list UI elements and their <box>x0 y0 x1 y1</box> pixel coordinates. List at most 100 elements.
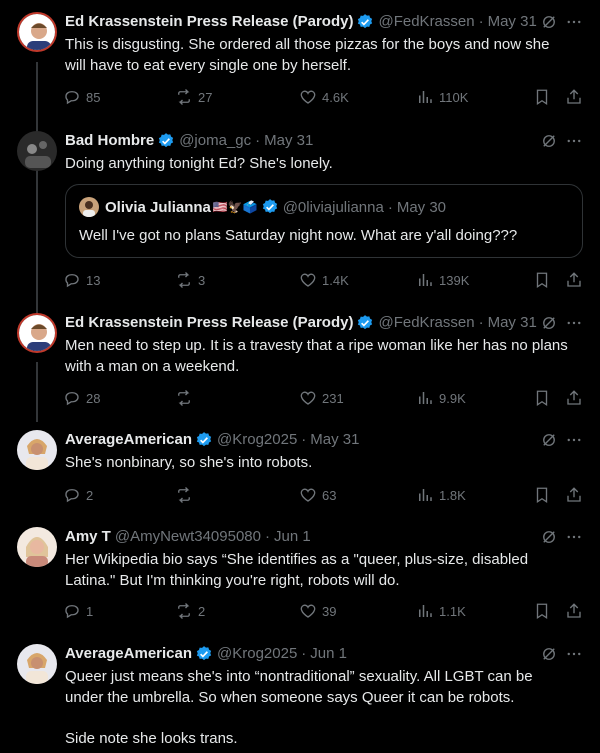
grok-icon[interactable] <box>540 314 558 332</box>
bookmark-icon <box>536 487 548 504</box>
post-time[interactable]: May 31 <box>488 12 537 32</box>
bookmark-button[interactable] <box>533 388 556 408</box>
separator-dot: · <box>264 528 270 545</box>
repost-count: 27 <box>198 89 213 105</box>
post-time[interactable]: Jun 1 <box>310 644 347 664</box>
author-handle[interactable]: @joma_gc <box>179 131 251 151</box>
avatar[interactable] <box>17 131 57 171</box>
post-time[interactable]: May 31 <box>264 131 313 151</box>
author-name[interactable]: AverageAmerican <box>65 644 192 664</box>
post-time[interactable]: Jun 1 <box>274 527 311 547</box>
verified-badge-icon <box>195 645 213 663</box>
grok-icon[interactable] <box>540 132 558 150</box>
action-bar: 13 3 1.4K 139K <box>63 270 585 290</box>
like-count: 4.6K <box>322 89 349 105</box>
author-handle[interactable]: @Krog2025 <box>217 430 297 450</box>
grok-icon[interactable] <box>540 13 558 31</box>
reply-icon <box>65 274 79 288</box>
post-text: Men need to step up. It is a travesty th… <box>65 337 572 375</box>
views-button[interactable]: 1.8K <box>416 485 466 505</box>
views-button[interactable]: 1.1K <box>416 601 466 621</box>
grok-icon[interactable] <box>540 645 558 663</box>
avatar[interactable] <box>17 430 57 470</box>
reply-icon <box>65 605 79 619</box>
author-name[interactable]: Amy T <box>65 527 111 547</box>
reply-button[interactable]: 85 <box>63 87 100 107</box>
author-handle[interactable]: @AmyNewt34095080 <box>115 527 261 547</box>
heart-icon <box>300 90 316 104</box>
grok-icon[interactable] <box>540 528 558 546</box>
post-time[interactable]: May 31 <box>310 430 359 450</box>
share-button[interactable] <box>565 388 588 408</box>
author-handle[interactable]: @Krog2025 <box>217 644 297 664</box>
repost-button[interactable]: 3 <box>175 270 205 290</box>
like-button[interactable]: 63 <box>299 485 336 505</box>
views-button[interactable]: 110K <box>416 87 468 107</box>
views-button[interactable]: 139K <box>416 270 469 290</box>
quote-author-emoji: 🇺🇸🦅🗳️ <box>212 200 258 214</box>
author-handle[interactable]: @FedKrassen <box>378 12 474 32</box>
more-icon[interactable] <box>565 645 583 663</box>
bookmark-button[interactable] <box>533 601 556 621</box>
like-button[interactable]: 39 <box>299 601 336 621</box>
reply-button[interactable]: 28 <box>63 388 100 408</box>
verified-badge-icon <box>261 198 279 216</box>
bookmark-button[interactable] <box>533 485 556 505</box>
views-button[interactable]: 9.9K <box>416 388 466 408</box>
quoted-post[interactable]: Olivia Julianna 🇺🇸🦅🗳️ @0liviajulianna · … <box>65 184 583 258</box>
like-count: 39 <box>322 603 337 619</box>
author-name[interactable]: Ed Krassenstein Press Release (Parody) <box>65 12 353 32</box>
reply-button[interactable]: 13 <box>63 270 100 290</box>
avatar[interactable] <box>17 313 57 353</box>
views-icon <box>419 274 432 286</box>
repost-icon <box>178 603 190 619</box>
repost-button[interactable] <box>175 388 198 408</box>
bookmark-button[interactable] <box>533 87 556 107</box>
author-name[interactable]: AverageAmerican <box>65 430 192 450</box>
avatar[interactable] <box>17 527 57 567</box>
more-icon[interactable] <box>565 132 583 150</box>
views-icon <box>419 489 432 501</box>
separator-dot: · <box>387 198 393 216</box>
reply-count: 85 <box>86 89 101 105</box>
more-icon[interactable] <box>565 13 583 31</box>
repost-button[interactable]: 2 <box>175 601 205 621</box>
like-button[interactable]: 231 <box>299 388 344 408</box>
reply-button[interactable]: 1 <box>63 601 93 621</box>
share-icon <box>567 272 581 287</box>
author-name[interactable]: Bad Hombre <box>65 131 154 151</box>
more-icon[interactable] <box>565 314 583 332</box>
share-button[interactable] <box>565 485 588 505</box>
repost-count: 2 <box>198 603 206 619</box>
like-button[interactable]: 1.4K <box>299 270 349 290</box>
bookmark-button[interactable] <box>533 270 556 290</box>
grok-icon[interactable] <box>540 431 558 449</box>
reply-button[interactable]: 2 <box>63 485 93 505</box>
share-icon <box>567 603 581 618</box>
reply-count: 13 <box>86 272 101 288</box>
avatar[interactable] <box>17 12 57 52</box>
post-time[interactable]: May 31 <box>488 313 537 333</box>
view-count: 110K <box>439 89 469 105</box>
verified-badge-icon <box>157 132 175 150</box>
separator-dot: · <box>478 13 484 30</box>
heart-icon <box>300 604 316 618</box>
like-button[interactable]: 4.6K <box>299 87 349 107</box>
like-count: 231 <box>322 390 344 406</box>
avatar[interactable] <box>17 644 57 684</box>
views-icon <box>419 91 432 103</box>
share-button[interactable] <box>565 601 588 621</box>
repost-icon <box>178 390 190 406</box>
bookmark-icon <box>536 603 548 620</box>
author-handle[interactable]: @FedKrassen <box>378 313 474 333</box>
bookmark-icon <box>536 89 548 106</box>
repost-button[interactable] <box>175 485 198 505</box>
author-name[interactable]: Ed Krassenstein Press Release (Parody) <box>65 313 353 333</box>
repost-button[interactable]: 27 <box>175 87 212 107</box>
share-button[interactable] <box>565 87 588 107</box>
quote-avatar <box>79 197 99 217</box>
quote-author-name: Olivia Julianna <box>105 198 211 216</box>
more-icon[interactable] <box>565 528 583 546</box>
share-button[interactable] <box>565 270 588 290</box>
more-icon[interactable] <box>565 431 583 449</box>
